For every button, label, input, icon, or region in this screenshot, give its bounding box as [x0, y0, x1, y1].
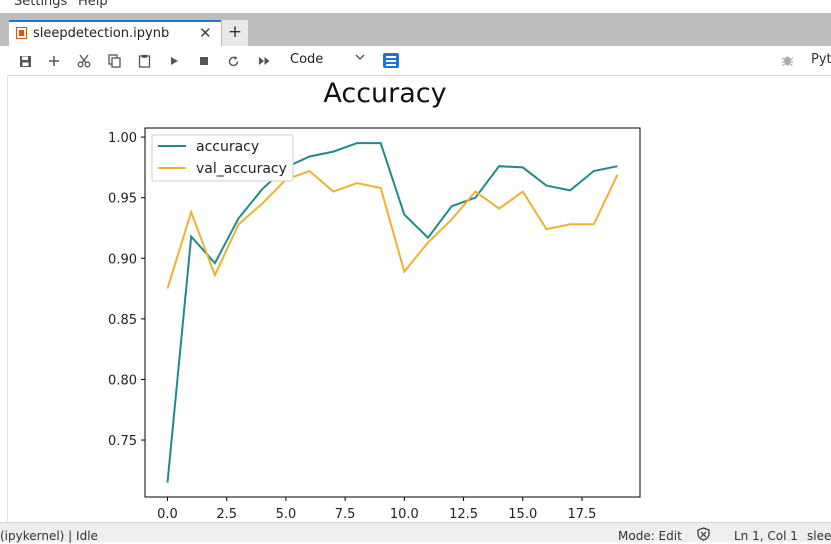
new-tab-button[interactable]: + [222, 20, 248, 46]
stop-icon[interactable] [195, 52, 213, 70]
legend-label-val_accuracy: val_accuracy [196, 161, 287, 177]
y-tick-label: 0.85 [108, 313, 137, 328]
chevron-down-icon[interactable] [354, 51, 366, 67]
file-name: slee [807, 529, 831, 543]
legend-label-accuracy: accuracy [196, 139, 259, 155]
accuracy-chart: Accuracy 0.75 0.80 0.85 0.90 0.95 1.00 0.0 2.5… [108, 78, 641, 522]
cell-type-select[interactable]: Code [290, 52, 323, 67]
tab-title: sleepdetection.ipynb [33, 26, 170, 41]
x-tick-label: 0.0 [157, 507, 178, 522]
menu-help[interactable]: Help [78, 0, 108, 9]
x-tick-label: 10.0 [390, 507, 419, 522]
x-tick-label: 12.5 [449, 507, 478, 522]
y-tick-label: 0.95 [108, 192, 137, 207]
mode-indicator: Mode: Edit [618, 529, 682, 543]
notebook-toolbar: Code Pyt [0, 46, 831, 76]
series-line-val_accuracy [166, 169, 619, 289]
add-cell-icon[interactable] [45, 52, 63, 70]
status-bar: (ipykernel) | Idle Mode: Edit Ln 1, Col … [0, 522, 831, 544]
tab-notebook[interactable]: sleepdetection.ipynb ✕ [9, 20, 221, 46]
tab-bar: sleepdetection.ipynb ✕ + [0, 13, 831, 46]
run-icon[interactable] [165, 52, 183, 70]
x-tick-label: 2.5 [216, 507, 237, 522]
kernel-name[interactable]: Pyt [811, 52, 831, 67]
copy-icon[interactable] [105, 52, 123, 70]
x-tick-label: 5.0 [276, 507, 297, 522]
close-icon[interactable]: ✕ [199, 24, 212, 42]
shield-icon [697, 527, 710, 544]
plot-frame [144, 127, 641, 498]
y-tick-label: 0.90 [108, 252, 137, 267]
y-tick-label: 0.75 [108, 434, 137, 449]
x-tick-label: 7.5 [335, 507, 356, 522]
notebook-icon [16, 27, 27, 39]
kernel-status[interactable]: (ipykernel) | Idle [0, 529, 98, 543]
paste-icon[interactable] [135, 52, 153, 70]
save-icon[interactable] [16, 52, 34, 70]
x-tick-label: 17.5 [567, 507, 596, 522]
series-line-accuracy [166, 142, 618, 483]
chart-title: Accuracy [323, 78, 446, 109]
y-tick-label: 1.00 [108, 131, 137, 146]
y-tick-label: 0.80 [108, 373, 137, 388]
menu-settings[interactable]: Settings [14, 0, 67, 9]
cut-icon[interactable] [75, 52, 93, 70]
bug-icon[interactable] [781, 53, 794, 71]
menu-bar: Settings Help [0, 0, 831, 13]
command-palette-icon[interactable] [383, 53, 399, 68]
run-all-icon[interactable] [255, 52, 273, 70]
x-tick-label: 15.0 [508, 507, 537, 522]
restart-icon[interactable] [224, 52, 242, 70]
cursor-position[interactable]: Ln 1, Col 1 [734, 529, 798, 543]
